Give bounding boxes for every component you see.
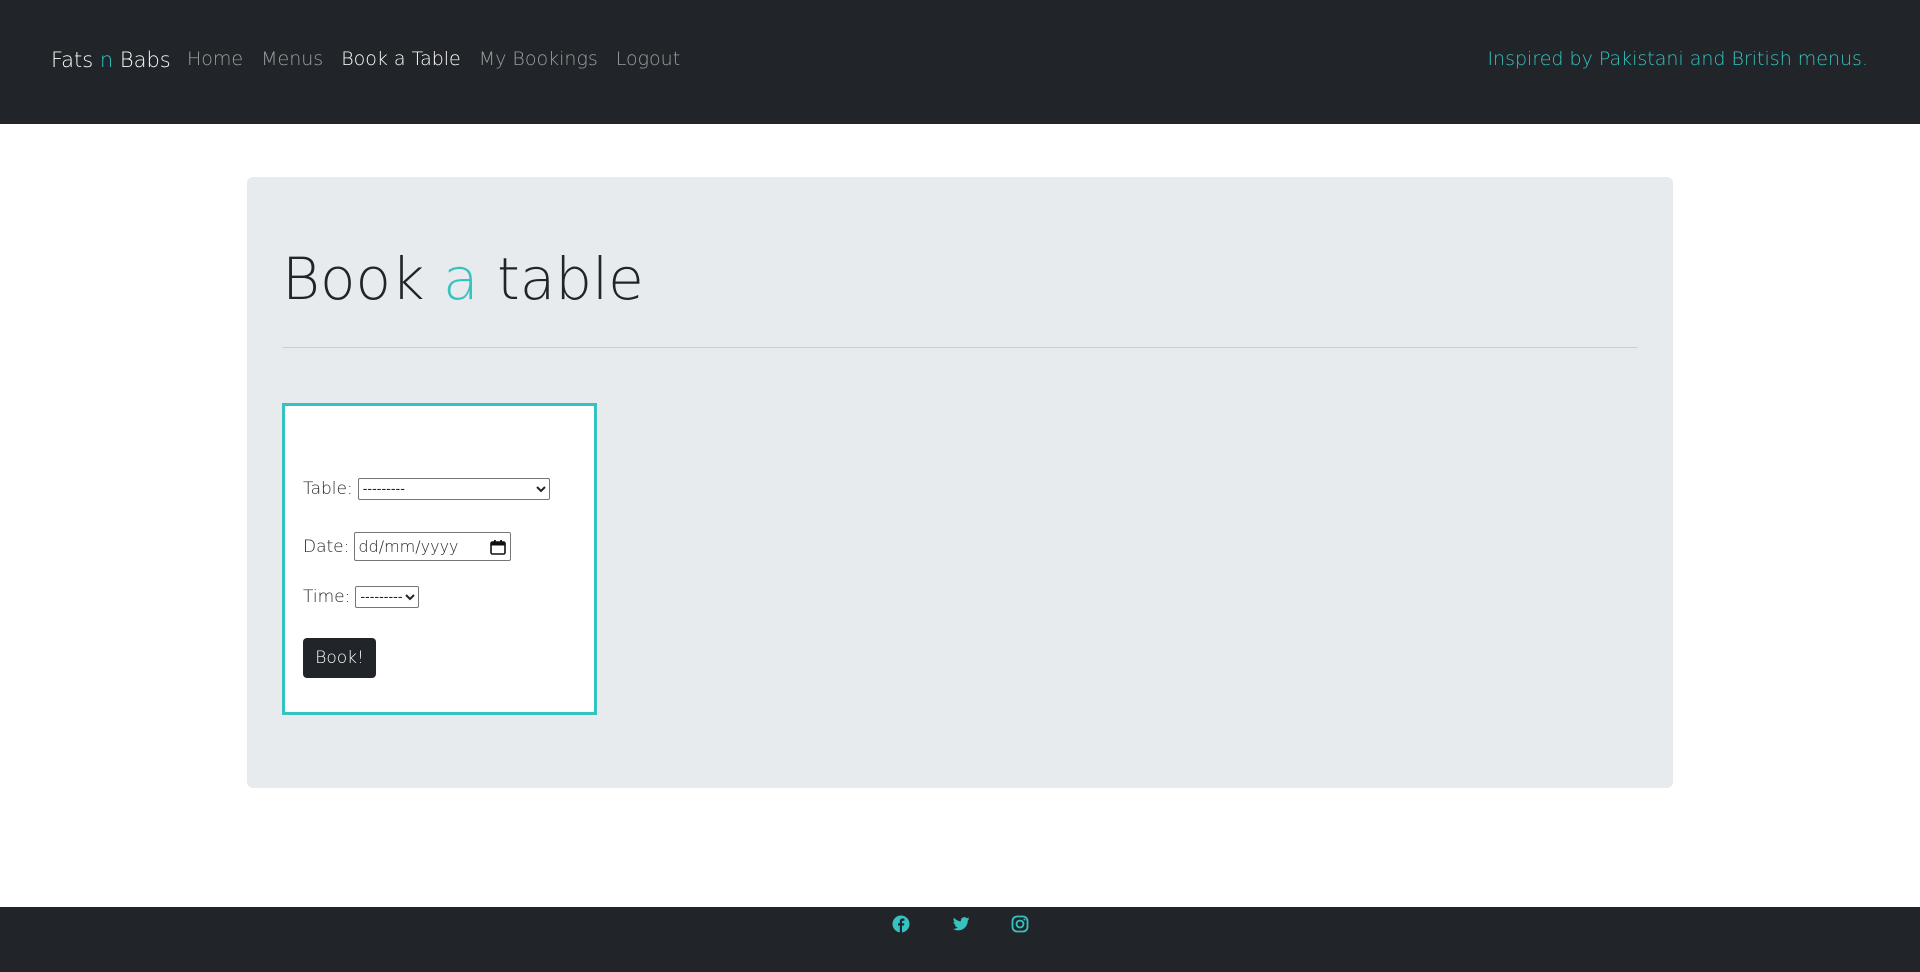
brand-logo[interactable]: Fats n Babs (51, 48, 171, 72)
nav-logout[interactable]: Logout (616, 48, 680, 70)
booking-form: Table: --------- Date: dd/mm/yyyy Time: … (282, 403, 597, 715)
nav-book-a-table[interactable]: Book a Table (341, 48, 461, 70)
table-label: Table: (303, 479, 353, 499)
date-field-row: Date: dd/mm/yyyy (303, 532, 512, 561)
title-part-1: Book (282, 245, 443, 313)
twitter-icon[interactable] (951, 914, 971, 934)
navbar: Fats n Babs Home Menus Book a Table My B… (0, 0, 1920, 124)
date-label: Date: (303, 536, 350, 557)
title-divider (282, 347, 1638, 348)
facebook-icon[interactable] (891, 914, 911, 934)
time-label: Time: (303, 587, 351, 607)
book-button[interactable]: Book! (303, 638, 376, 678)
booking-card: Book a table Table: --------- Date: dd/m… (247, 177, 1673, 788)
nav-links: Home Menus Book a Table My Bookings Logo… (187, 48, 680, 70)
title-part-2: table (478, 245, 644, 313)
time-select[interactable]: --------- (355, 586, 420, 608)
brand-part-1: Fats (51, 48, 100, 72)
title-accent: a (442, 245, 479, 313)
brand-accent: n (99, 48, 114, 72)
nav-home[interactable]: Home (187, 48, 243, 70)
tagline: Inspired by Pakistani and British menus. (1487, 48, 1868, 70)
calendar-icon[interactable] (490, 539, 507, 555)
nav-menus[interactable]: Menus (261, 48, 323, 70)
table-field-row: Table: --------- (303, 478, 550, 500)
page-title: Book a table (282, 245, 644, 313)
instagram-icon[interactable] (1010, 914, 1030, 934)
date-input[interactable]: dd/mm/yyyy (354, 532, 512, 561)
date-placeholder: dd/mm/yyyy (358, 537, 459, 556)
footer (0, 907, 1920, 972)
brand-part-2: Babs (113, 48, 171, 72)
table-select[interactable]: --------- (357, 478, 550, 500)
time-field-row: Time: --------- (303, 586, 420, 608)
nav-my-bookings[interactable]: My Bookings (479, 48, 598, 70)
